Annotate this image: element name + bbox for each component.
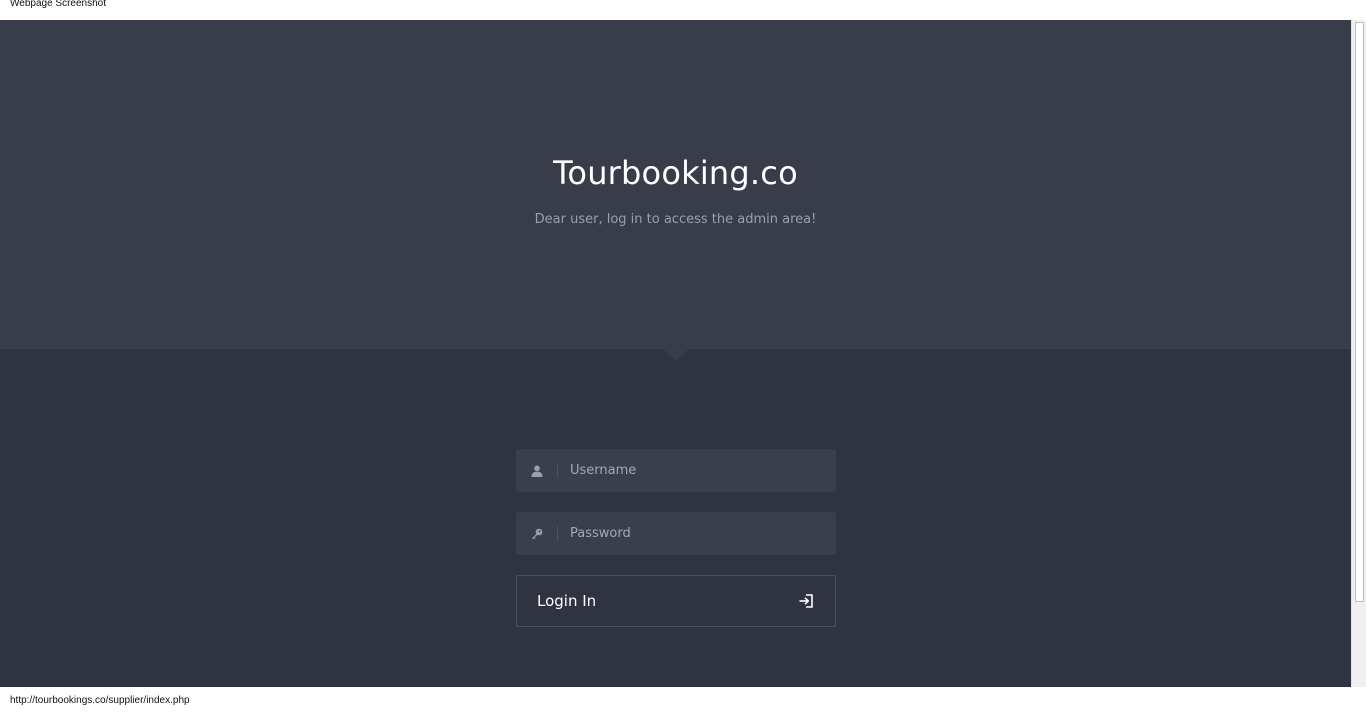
password-input[interactable] (570, 512, 830, 555)
login-button-label: Login In (537, 592, 597, 610)
status-bar: http://tourbookings.co/supplier/index.ph… (0, 687, 1366, 707)
status-url: http://tourbookings.co/supplier/index.ph… (10, 695, 190, 706)
scrollbar-thumb[interactable] (1355, 22, 1364, 602)
field-separator (557, 463, 558, 478)
hero-section: Tourbooking.co Dear user, log in to acce… (0, 20, 1351, 349)
site-title: Tourbooking.co (553, 154, 798, 192)
site-subtitle: Dear user, log in to access the admin ar… (534, 212, 817, 227)
login-button[interactable]: Login In (516, 575, 836, 627)
user-icon (526, 461, 548, 480)
sign-in-icon (797, 592, 815, 610)
password-field[interactable] (516, 512, 836, 555)
hero-pointer-arrow (663, 349, 689, 361)
key-icon (526, 524, 548, 543)
field-separator (557, 526, 558, 541)
screenshot-caption: Webpage Screenshot (0, 0, 1366, 20)
page-viewport: Tourbooking.co Dear user, log in to acce… (0, 20, 1351, 687)
username-input[interactable] (570, 449, 830, 492)
vertical-scrollbar[interactable] (1351, 20, 1366, 687)
username-field[interactable] (516, 449, 836, 492)
